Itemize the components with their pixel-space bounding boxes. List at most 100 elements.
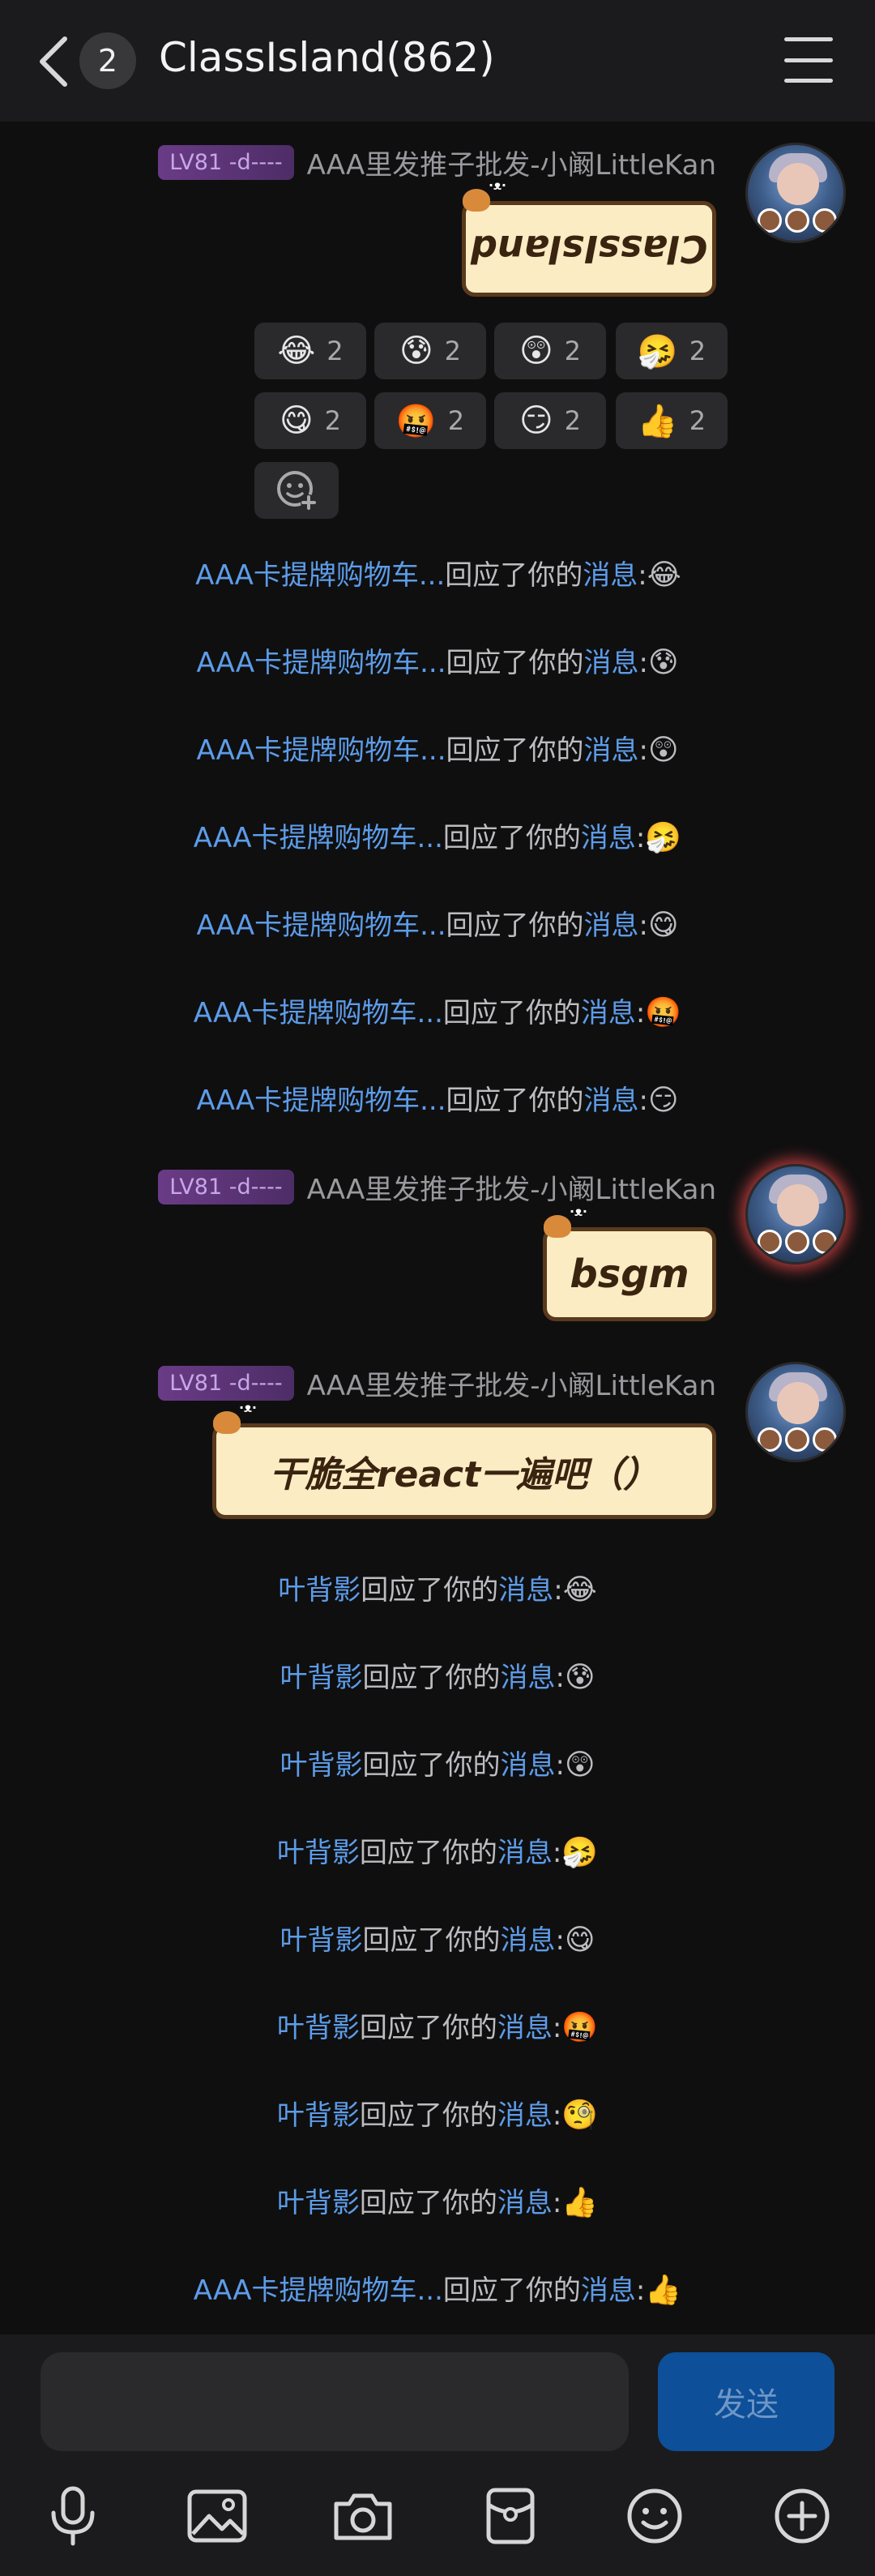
notice-user-link[interactable]: AAA卡提牌购物车... (195, 559, 445, 592)
reaction-emoji: 👍 (637, 402, 678, 440)
reaction-count: 2 (447, 405, 465, 436)
notice-user-link[interactable]: AAA卡提牌购物车... (196, 1085, 446, 1117)
notice-colon: : (555, 1924, 565, 1957)
notice-user-link[interactable]: 叶背影 (280, 1662, 363, 1694)
reaction-chip[interactable]: 👍 2 (616, 392, 728, 449)
red-packet-button[interactable] (473, 2479, 548, 2553)
menu-icon-line (784, 79, 833, 83)
reaction-notice: 叶背影回应了你的消息:👍 (0, 2180, 875, 2220)
level-badge: LV81 -d---- (158, 1365, 294, 1401)
notice-action: 回应了你的 (446, 909, 584, 942)
add-emoji-icon (277, 471, 317, 511)
notice-action: 回应了你的 (362, 1924, 501, 1957)
notice-message-link[interactable]: 消息 (498, 1574, 553, 1607)
notice-message-link[interactable]: 消息 (581, 2274, 636, 2307)
emoji-button[interactable] (617, 2479, 692, 2553)
menu-button[interactable] (784, 37, 833, 83)
send-button[interactable]: 发送 (658, 2352, 834, 2451)
microphone-icon (51, 2486, 95, 2546)
message-bubble[interactable]: ClassIsland (462, 178, 716, 297)
notice-emoji: 😰 (564, 1661, 595, 1694)
reaction-count: 2 (564, 405, 582, 436)
sender-name[interactable]: AAA里发推子批发-小阚LittleKan (307, 1167, 716, 1207)
notice-user-link[interactable]: 叶背影 (278, 1574, 361, 1607)
notice-user-link[interactable]: AAA卡提牌购物车... (194, 2274, 443, 2307)
message-bubble[interactable]: 干脆全react一遍吧（） (212, 1400, 716, 1519)
notice-emoji: 😋 (564, 1923, 595, 1957)
notice-message-link[interactable]: 消息 (501, 1749, 556, 1782)
notice-action: 回应了你的 (359, 1837, 497, 1869)
avatar[interactable] (745, 1164, 846, 1264)
reaction-chip[interactable]: 😲 2 (494, 323, 606, 379)
notice-user-link[interactable]: 叶背影 (277, 2099, 360, 2132)
notice-user-link[interactable]: AAA卡提牌购物车... (196, 734, 446, 767)
sender-name[interactable]: AAA里发推子批发-小阚LittleKan (307, 143, 716, 182)
image-button[interactable] (180, 2479, 254, 2553)
notice-action: 回应了你的 (446, 1085, 584, 1117)
message-input[interactable] (41, 2352, 629, 2451)
reaction-chip[interactable]: 😂 2 (254, 323, 366, 379)
notice-user-link[interactable]: 叶背影 (280, 1924, 363, 1957)
notice-user-link[interactable]: AAA卡提牌购物车... (196, 909, 446, 942)
notice-user-link[interactable]: 叶背影 (280, 1749, 363, 1782)
avatar[interactable] (745, 1362, 846, 1462)
reaction-chip[interactable]: 😋 2 (254, 392, 366, 449)
notice-colon: : (552, 1837, 562, 1869)
notice-user-link[interactable]: AAA卡提牌购物车... (194, 822, 443, 854)
reaction-notice: 叶背影回应了你的消息:🤧 (0, 1830, 875, 1870)
notice-message-link[interactable]: 消息 (584, 909, 639, 942)
notice-user-link[interactable]: 叶背影 (277, 2012, 360, 2044)
reaction-emoji: 😲 (519, 332, 553, 370)
sender-name[interactable]: AAA里发推子批发-小阚LittleKan (307, 1363, 716, 1403)
back-button[interactable] (29, 31, 78, 92)
notice-message-link[interactable]: 消息 (497, 1837, 553, 1869)
more-button[interactable] (765, 2479, 839, 2553)
notice-message-link[interactable]: 消息 (497, 2187, 553, 2219)
notice-message-link[interactable]: 消息 (583, 559, 638, 592)
notice-message-link[interactable]: 消息 (501, 1924, 556, 1957)
notice-message-link[interactable]: 消息 (584, 1085, 639, 1117)
cat-decoration-icon (208, 1400, 257, 1434)
reaction-notice: AAA卡提牌购物车...回应了你的消息:😏 (0, 1078, 875, 1118)
chevron-left-icon (40, 36, 67, 87)
image-icon (187, 2489, 247, 2543)
notice-message-link[interactable]: 消息 (501, 1662, 556, 1694)
camera-button[interactable] (326, 2479, 400, 2553)
reaction-emoji: 🤧 (637, 332, 678, 370)
notice-message-link[interactable]: 消息 (581, 997, 636, 1029)
reaction-notice: 叶背影回应了你的消息:😰 (0, 1655, 875, 1695)
notice-message-link[interactable]: 消息 (584, 734, 639, 767)
reaction-chip[interactable]: 😰 2 (374, 323, 486, 379)
notice-emoji: 👍 (645, 2274, 682, 2307)
notice-action: 回应了你的 (446, 647, 584, 679)
reaction-chip[interactable]: 🤧 2 (616, 323, 728, 379)
bottom-toolbar (0, 2456, 875, 2576)
notice-action: 回应了你的 (446, 734, 584, 767)
avatar[interactable] (745, 143, 846, 243)
notice-message-link[interactable]: 消息 (497, 2099, 553, 2132)
notice-action: 回应了你的 (362, 1662, 501, 1694)
notice-user-link[interactable]: 叶背影 (277, 1837, 360, 1869)
message-bubble[interactable]: bsgm (543, 1204, 716, 1321)
voice-button[interactable] (36, 2479, 110, 2553)
notice-user-link[interactable]: 叶背影 (277, 2187, 360, 2219)
add-reaction-button[interactable] (254, 462, 339, 519)
reaction-chip[interactable]: 🤬 2 (374, 392, 486, 449)
reaction-notice: AAA卡提牌购物车...回应了你的消息:🤧 (0, 815, 875, 855)
cat-decoration-icon (458, 178, 506, 212)
camera-icon (334, 2493, 392, 2540)
reaction-chip[interactable]: 😏 2 (494, 392, 606, 449)
notice-emoji: 👍 (561, 2186, 599, 2219)
notice-user-link[interactable]: AAA卡提牌购物车... (194, 997, 443, 1029)
notice-message-link[interactable]: 消息 (497, 2012, 553, 2044)
message-sender-row: LV81 -d---- AAA里发推子批发-小阚LittleKan (158, 1166, 716, 1208)
reaction-notice: AAA卡提牌购物车...回应了你的消息:😰 (0, 640, 875, 680)
notice-message-link[interactable]: 消息 (581, 822, 636, 854)
notice-colon: : (635, 2274, 646, 2307)
notice-emoji: 😰 (648, 646, 679, 679)
notice-user-link[interactable]: AAA卡提牌购物车... (196, 647, 446, 679)
reaction-emoji: 😏 (519, 402, 553, 439)
notice-colon: : (552, 2012, 562, 2044)
notice-message-link[interactable]: 消息 (584, 647, 639, 679)
notice-colon: : (638, 559, 647, 592)
